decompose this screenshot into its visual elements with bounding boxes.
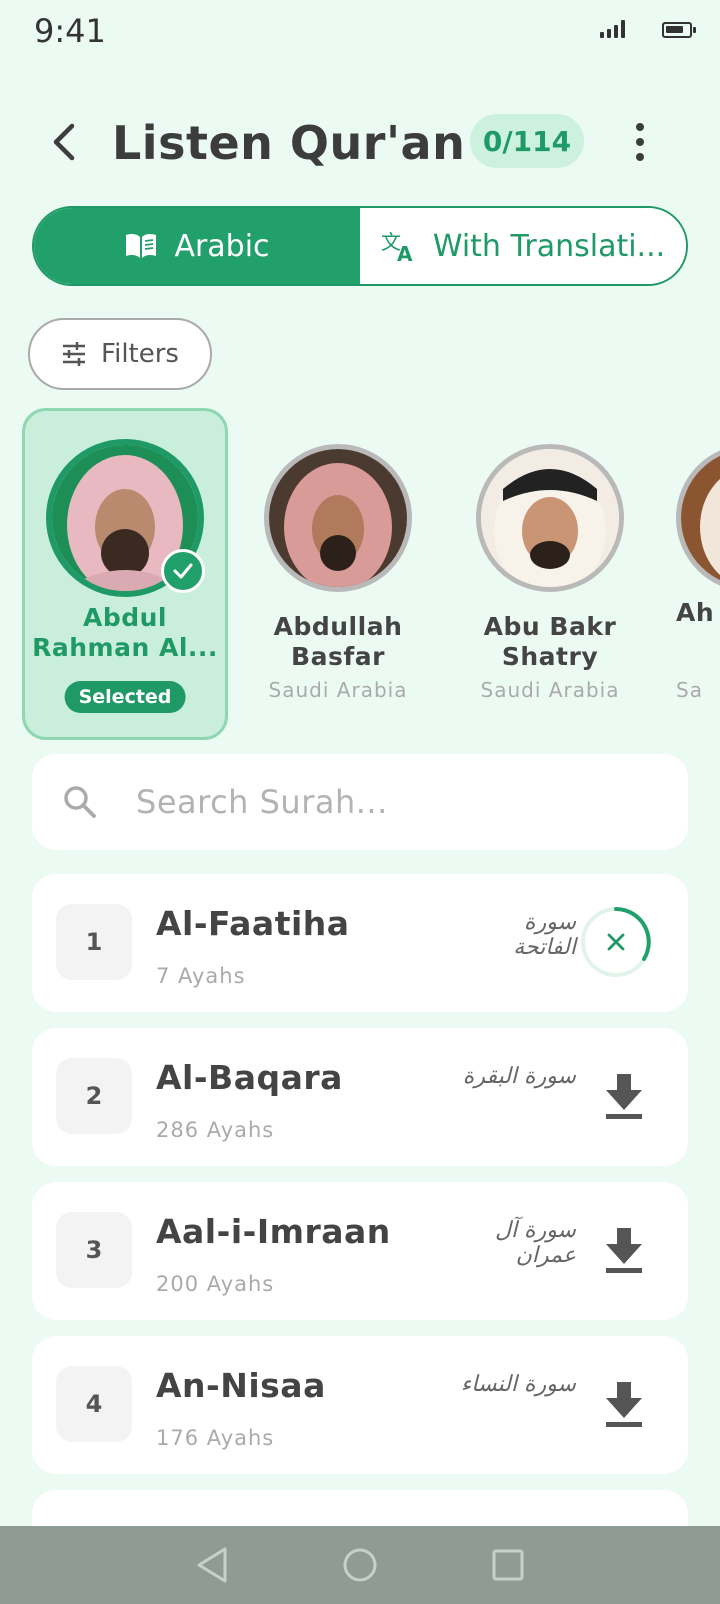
reciter-country: Sa bbox=[676, 678, 703, 702]
download-icon bbox=[606, 1382, 642, 1427]
book-icon bbox=[126, 233, 157, 258]
svg-text:A: A bbox=[397, 242, 413, 263]
status-bar: 9:41 bbox=[0, 0, 720, 64]
toggle-arabic-label: Arabic bbox=[174, 228, 270, 264]
download-button[interactable] bbox=[600, 1222, 648, 1278]
surah-row[interactable]: 1 Al-Faatiha 7 Ayahs سورة الفاتحة bbox=[32, 874, 688, 1012]
surah-row[interactable]: 3 Aal-i-Imraan 200 Ayahs سورة آل عمران bbox=[32, 1182, 688, 1320]
reciter-name: Abdullah Basfar bbox=[273, 612, 403, 671]
reciter-carousel: Abdul Rahman Al... Selected Abdullah Bas… bbox=[0, 408, 720, 740]
square-recents-icon bbox=[492, 1549, 524, 1581]
mode-toggle: Arabic 文 A With Translati... bbox=[32, 206, 688, 286]
surah-arabic-calligraphy: سورة الفاتحة bbox=[513, 910, 576, 960]
surah-arabic-calligraphy: سورة آل عمران bbox=[494, 1218, 576, 1268]
surah-ayah-count: 286 Ayahs bbox=[156, 1118, 275, 1142]
download-counter-badge: 0/114 bbox=[470, 114, 584, 168]
surah-name: An-Nisaa bbox=[156, 1366, 326, 1405]
more-options-button[interactable] bbox=[620, 116, 660, 168]
reciter-name: Abdul Rahman Al... bbox=[32, 603, 218, 662]
search-input[interactable] bbox=[136, 778, 656, 826]
header: Listen Qur'an 0/114 bbox=[0, 108, 720, 178]
nav-recents-button[interactable] bbox=[486, 1543, 530, 1587]
surah-number: 1 bbox=[56, 904, 132, 980]
filters-button[interactable]: Filters bbox=[28, 318, 212, 390]
surah-number: 4 bbox=[56, 1366, 132, 1442]
surah-name: Al-Baqara bbox=[156, 1058, 343, 1097]
reciter-country: Saudi Arabia bbox=[480, 678, 620, 702]
reciter-card-selected[interactable]: Abdul Rahman Al... Selected bbox=[22, 408, 228, 740]
surah-number: 3 bbox=[56, 1212, 132, 1288]
reciter-card[interactable]: Abu Bakr Shatry Saudi Arabia bbox=[448, 408, 652, 740]
surah-number: 2 bbox=[56, 1058, 132, 1134]
toggle-arabic[interactable]: Arabic bbox=[34, 208, 360, 284]
circle-home-icon bbox=[343, 1548, 377, 1582]
back-button[interactable] bbox=[40, 116, 88, 168]
surah-arabic-calligraphy: سورة النساء bbox=[460, 1372, 576, 1397]
reciter-name: Abu Bakr Shatry bbox=[483, 612, 617, 671]
surah-ayah-count: 200 Ayahs bbox=[156, 1272, 275, 1296]
avatar bbox=[676, 444, 720, 592]
check-icon bbox=[161, 549, 205, 593]
toggle-translation-label: With Translati... bbox=[432, 228, 666, 264]
back-arrow-icon bbox=[53, 123, 75, 161]
reciter-country: Saudi Arabia bbox=[268, 678, 408, 702]
system-nav-bar bbox=[0, 1526, 720, 1604]
more-vert-icon bbox=[636, 123, 644, 131]
nav-back-button[interactable] bbox=[190, 1543, 234, 1587]
filters-label: Filters bbox=[101, 339, 179, 369]
surah-name: Aal-i-Imraan bbox=[156, 1212, 391, 1251]
search-icon bbox=[64, 786, 96, 818]
status-time: 9:41 bbox=[34, 12, 106, 50]
nav-home-button[interactable] bbox=[338, 1543, 382, 1587]
triangle-back-icon bbox=[197, 1547, 227, 1583]
surah-list: 1 Al-Faatiha 7 Ayahs سورة الفاتحة 2 Al-B… bbox=[32, 874, 688, 1490]
toggle-translation[interactable]: 文 A With Translati... bbox=[360, 208, 686, 284]
avatar bbox=[264, 444, 412, 592]
download-icon bbox=[606, 1228, 642, 1273]
signal-icon bbox=[600, 20, 625, 38]
surah-ayah-count: 7 Ayahs bbox=[156, 964, 246, 988]
translate-icon: 文 A bbox=[381, 230, 413, 263]
surah-name: Al-Faatiha bbox=[156, 904, 350, 943]
download-button[interactable] bbox=[600, 1068, 648, 1124]
download-icon bbox=[606, 1074, 642, 1119]
download-button[interactable] bbox=[600, 1376, 648, 1432]
reciter-card-partial[interactable]: Ah Sa bbox=[660, 408, 720, 740]
surah-ayah-count: 176 Ayahs bbox=[156, 1426, 275, 1450]
battery-icon bbox=[662, 22, 696, 38]
reciter-name: Ah bbox=[676, 598, 715, 627]
surah-row[interactable]: 2 Al-Baqara 286 Ayahs سورة البقرة bbox=[32, 1028, 688, 1166]
surah-row-partial[interactable] bbox=[32, 1490, 688, 1530]
selected-badge: Selected bbox=[64, 681, 186, 713]
page-title: Listen Qur'an bbox=[112, 116, 466, 170]
tune-icon bbox=[63, 342, 86, 366]
reciter-card[interactable]: Abdullah Basfar Saudi Arabia bbox=[236, 408, 440, 740]
search-bar bbox=[32, 754, 688, 850]
download-progress-icon bbox=[581, 907, 651, 977]
surah-arabic-calligraphy: سورة البقرة bbox=[462, 1064, 576, 1089]
surah-row[interactable]: 4 An-Nisaa 176 Ayahs سورة النساء bbox=[32, 1336, 688, 1474]
cancel-download-button[interactable] bbox=[578, 904, 654, 980]
avatar bbox=[476, 444, 624, 592]
